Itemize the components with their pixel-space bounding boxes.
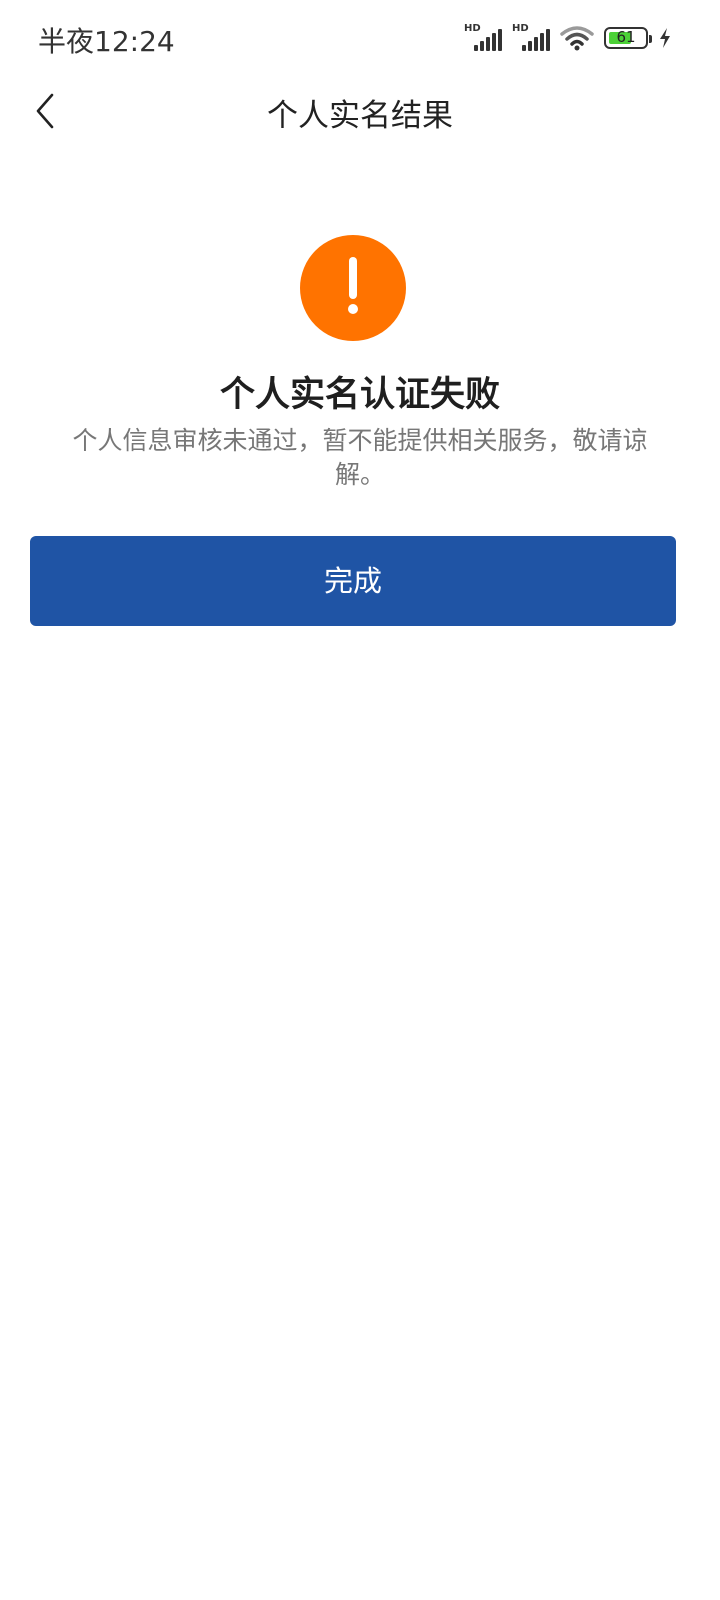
result-description: 个人信息审核未通过，暂不能提供相关服务，敬请谅解。 [72,426,648,489]
wifi-icon [560,26,594,51]
warning-icon [300,235,406,341]
status-time: 半夜12:24 [38,25,175,58]
nav-bar: 个人实名结果 [0,76,720,146]
battery-level: 61 [616,28,636,46]
page-title: 个人实名结果 [267,98,453,134]
charging-icon [660,28,670,48]
signal-icon: HD [464,23,502,53]
done-button[interactable]: 完成 [30,536,676,626]
battery-icon: 61 [604,27,652,49]
status-bar: 半夜12:24 HD HD 61 [0,0,720,76]
status-icons: HD HD 61 [464,22,672,54]
signal-icon: HD [512,23,550,53]
result-title: 个人实名认证失败 [219,375,500,415]
